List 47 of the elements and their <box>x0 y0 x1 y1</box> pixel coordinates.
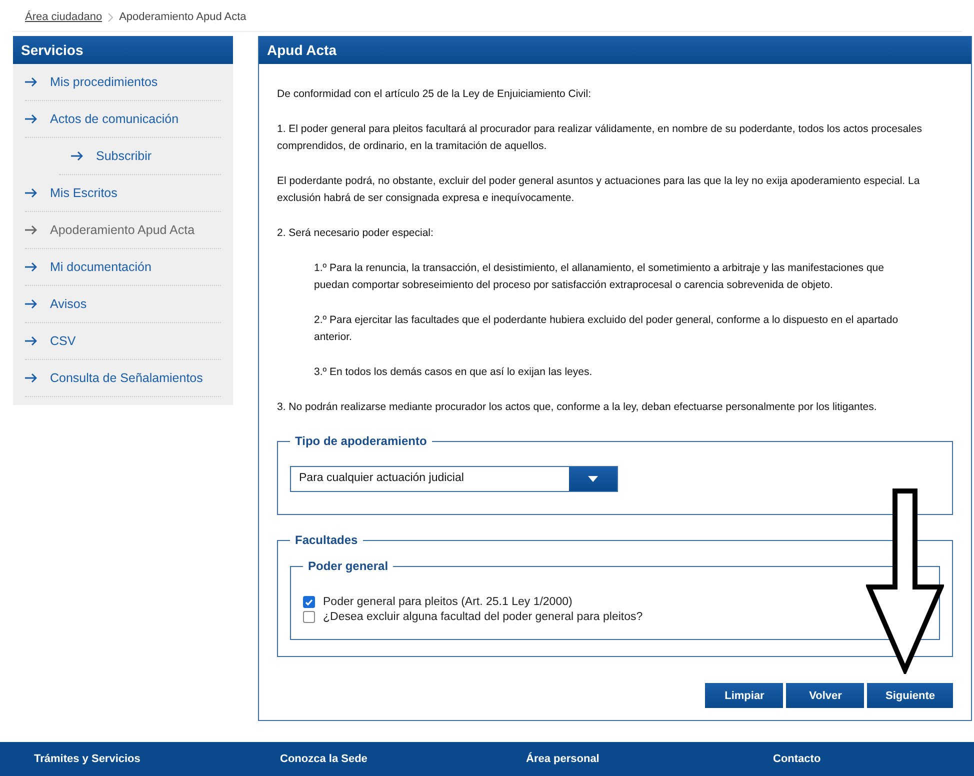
footer-link[interactable]: Área personal <box>526 753 773 765</box>
sidebar-item[interactable]: Avisos <box>25 286 221 323</box>
checkbox-label: ¿Desea excluir alguna facultad del poder general para pleitos? <box>323 611 643 623</box>
sidebar-item[interactable]: Actos de comunicación <box>25 101 221 138</box>
paragraph: 1.º Para la renuncia, la transacción, el desistimiento, el allanamiento, el sometimiento a arbitraje y las manifestaciones que puedan comportar sobreseimiento del proceso por satisfacción extraprocesal o carencia sobrevenida de objeto. <box>313 261 885 293</box>
sidebar-item[interactable]: Mi documentación <box>25 249 221 286</box>
checkbox[interactable] <box>303 611 315 623</box>
paragraph: 2.º Para ejercitar las facultades que el poderdante hubiera excluido del poder general, conforme a lo dispuesto en el apartado anterior. <box>313 313 900 345</box>
sidebar-item[interactable]: CSV <box>25 323 221 360</box>
form-button[interactable]: Volver <box>786 683 864 708</box>
sidebar-item[interactable]: Consulta de Señalamientos <box>25 360 221 397</box>
type-dropdown[interactable]: Para cualquier actuación judicial <box>290 466 618 492</box>
form-button[interactable]: Siguiente <box>867 683 953 708</box>
arrow-right-icon <box>25 77 38 87</box>
panel-title: Apud Acta <box>259 36 971 64</box>
arrow-right-icon <box>25 262 38 272</box>
fieldset-legend: Poder general <box>303 559 394 573</box>
arrow-right-icon <box>25 299 38 309</box>
paragraph: 3.º En todos los demás casos en que así lo exijan las leyes. <box>313 365 594 380</box>
arrow-right-icon <box>71 151 84 161</box>
breadcrumb-current: Apoderamiento Apud Acta <box>119 11 246 23</box>
paragraph: 3. No podrán realizarse mediante procurador los actos que, conforme a la ley, deban efectuarse personalmente por los litigantes. <box>277 400 878 415</box>
checkbox[interactable] <box>303 596 315 608</box>
breadcrumb-link[interactable]: Área ciudadano <box>25 11 102 23</box>
arrow-right-icon <box>25 336 38 346</box>
sidebar-title: Servicios <box>13 36 233 64</box>
arrow-right-icon <box>25 188 38 198</box>
sidebar-item[interactable]: Mis procedimientos <box>25 64 221 101</box>
checkbox-label: Poder general para pleitos (Art. 25.1 Ley 1/2000) <box>323 596 572 608</box>
arrow-right-icon <box>25 373 38 383</box>
caret-icon <box>588 476 598 482</box>
chevron-icon <box>108 12 114 22</box>
paragraph: El poderdante podrá, no obstante, excluir del poder general asuntos y actuaciones para las que la ley no exija apoderamiento especial. La exclusión habrá de ser consignada expresa e inequívocamente. <box>277 174 921 206</box>
fieldset-legend: Facultades <box>290 533 363 547</box>
sidebar-item[interactable]: Subscribir <box>59 138 221 175</box>
arrow-right-icon <box>25 225 38 235</box>
sidebar-item[interactable]: Mis Escritos <box>25 175 221 212</box>
arrow-right-icon <box>25 114 38 124</box>
footer-link[interactable]: Conozca la Sede <box>280 753 526 765</box>
fieldset-legend: Tipo de apoderamiento <box>290 434 432 448</box>
form-button[interactable]: Limpiar <box>705 683 784 708</box>
paragraph: 1. El poder general para pleitos facultará al procurador para realizar válidamente, en nombre de su poderdante, todos los actos procesales comprendidos, de ordinario, en la tramitación de aquellos. <box>277 122 923 154</box>
sidebar-item[interactable]: Apoderamiento Apud Acta <box>25 212 221 249</box>
paragraph: De conformidad con el artículo 25 de la Ley de Enjuiciamiento Civil: <box>277 87 592 102</box>
paragraph: 2. Será necesario poder especial: <box>277 226 434 241</box>
footer-link[interactable]: Trámites y Servicios <box>34 753 280 765</box>
footer-link[interactable]: Contacto <box>773 753 974 765</box>
